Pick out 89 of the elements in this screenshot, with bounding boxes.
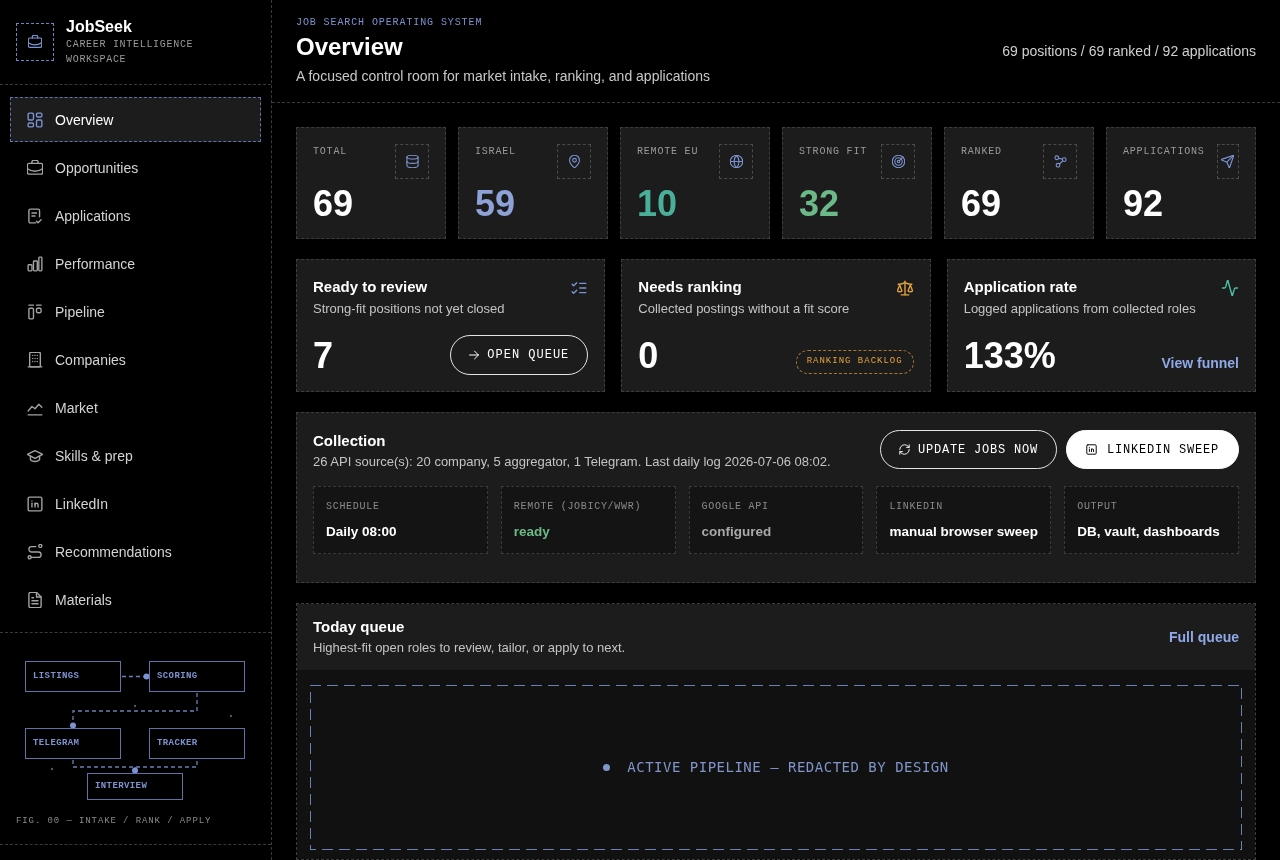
card-title: Application rate — [963, 277, 1078, 297]
columns-icon — [27, 303, 43, 320]
stat-value: 10 — [637, 186, 678, 222]
eyebrow-label: JOB SEARCH OPERATING SYSTEM — [296, 16, 484, 30]
nav-item[interactable]: LinkedIn — [10, 481, 261, 526]
scale-icon — [896, 280, 913, 296]
diagram-node: INTERVIEW — [87, 773, 183, 800]
map-pin-icon — [557, 144, 591, 179]
database-icon — [395, 144, 429, 179]
globe-icon — [719, 144, 753, 179]
app-name: JobSeek — [66, 17, 133, 37]
stat-value: 92 — [1123, 186, 1164, 222]
building-icon — [27, 351, 43, 368]
field-label: OUTPUT — [1077, 499, 1119, 514]
nav-item[interactable]: Recommendations — [10, 529, 261, 574]
linkedin-icon — [27, 495, 43, 512]
card-description: Collected postings without a fit score — [638, 300, 850, 318]
field-value: DB, vault, dashboards — [1077, 522, 1221, 541]
connector-line — [121, 673, 150, 680]
linkedin-sweep-button[interactable]: LINKEDIN SWEEP — [1065, 430, 1239, 469]
card-title: Needs ranking — [638, 277, 743, 297]
card-value: 7 — [313, 337, 334, 375]
panel-description: 26 API source(s): 20 company, 5 aggregator, 1 Telegram. Last daily log 2026-07-06 08:02. — [313, 453, 831, 471]
nav-item[interactable]: Overview — [10, 97, 261, 142]
field-value: configured — [701, 522, 773, 541]
full-queue-link[interactable]: Full queue — [1169, 627, 1239, 647]
nav-item[interactable]: Materials — [10, 577, 261, 622]
redacted-notice: ACTIVE PIPELINE — REDACTED BY DESIGN — [627, 758, 949, 777]
nav-item[interactable]: Skills & prep — [10, 433, 261, 478]
page-title: Overview — [296, 32, 404, 62]
pulse-line-icon — [1222, 280, 1238, 296]
panel-title: Collection — [313, 431, 387, 451]
stat-value: 69 — [313, 186, 354, 222]
diagram-node: TELEGRAM — [25, 728, 121, 759]
dot-icon — [50, 767, 54, 771]
field-value: ready — [513, 522, 551, 541]
card-title: Ready to review — [313, 277, 429, 297]
checklist-icon — [571, 280, 588, 296]
refresh-icon — [898, 444, 910, 455]
field-label: REMOTE (JOBICY/WWR) — [513, 499, 643, 514]
route-icon — [27, 543, 43, 560]
field-label: SCHEDULE — [326, 499, 381, 514]
stat-value: 69 — [961, 186, 1002, 222]
card-value: 133% — [963, 337, 1056, 375]
target-icon — [881, 144, 915, 179]
nav-item[interactable]: Applications — [10, 193, 261, 238]
dashboard-grid-icon — [27, 111, 43, 128]
nav-item[interactable]: Opportunities — [10, 145, 261, 190]
nav-item[interactable]: Pipeline — [10, 289, 261, 334]
bar-chart-icon — [27, 255, 43, 272]
view-funnel-link[interactable]: View funnel — [1161, 353, 1239, 373]
field-label: LINKEDIN — [889, 499, 944, 514]
diagram-node: SCORING — [149, 661, 245, 692]
stat-label: REMOTE EU — [637, 145, 699, 159]
card-description: Logged applications from collected roles — [963, 300, 1196, 318]
dot-icon — [229, 714, 233, 718]
stat-label: APPLICATIONS — [1123, 145, 1205, 159]
app-tagline: CAREER INTELLIGENCE WORKSPACE — [66, 38, 195, 67]
card-value: 0 — [638, 337, 659, 375]
briefcase-icon — [16, 23, 54, 61]
dot-icon — [133, 704, 137, 708]
card-description: Strong-fit positions not yet closed — [313, 300, 505, 318]
field-label: GOOGLE API — [701, 499, 770, 514]
graduation-cap-icon — [27, 447, 43, 464]
field-value: Daily 08:00 — [326, 522, 398, 541]
stat-value: 32 — [799, 186, 840, 222]
briefcase-icon — [27, 159, 43, 176]
panel-description: Highest-fit open roles to review, tailor, or apply to next. — [313, 639, 626, 657]
summary-counts: 69 positions / 69 ranked / 92 applications — [1002, 42, 1256, 61]
connected-nodes-icon — [1043, 144, 1077, 179]
nav-item[interactable]: Performance — [10, 241, 261, 286]
stat-label: ISRAEL — [475, 145, 516, 159]
arrow-right-icon — [469, 350, 480, 360]
nav-item[interactable]: Companies — [10, 337, 261, 382]
diagram-node: LISTINGS — [25, 661, 121, 692]
stat-label: TOTAL — [313, 145, 347, 159]
figure-caption: FIG. 00 — INTAKE / RANK / APPLY — [16, 815, 213, 828]
field-value: manual browser sweep — [889, 522, 1039, 541]
file-check-icon — [27, 207, 43, 224]
stat-value: 59 — [475, 186, 516, 222]
diagram-node: TRACKER — [149, 728, 245, 759]
stat-label: STRONG FIT — [799, 145, 867, 159]
panel-title: Today queue — [313, 617, 406, 637]
nav-item[interactable]: Market — [10, 385, 261, 430]
page-subtitle: A focused control room for market intake, ranking, and applications — [296, 67, 710, 86]
paper-plane-icon — [1216, 144, 1239, 179]
document-icon — [27, 591, 43, 608]
linkedin-icon — [1085, 444, 1097, 455]
stat-label: RANKED — [961, 145, 1002, 159]
